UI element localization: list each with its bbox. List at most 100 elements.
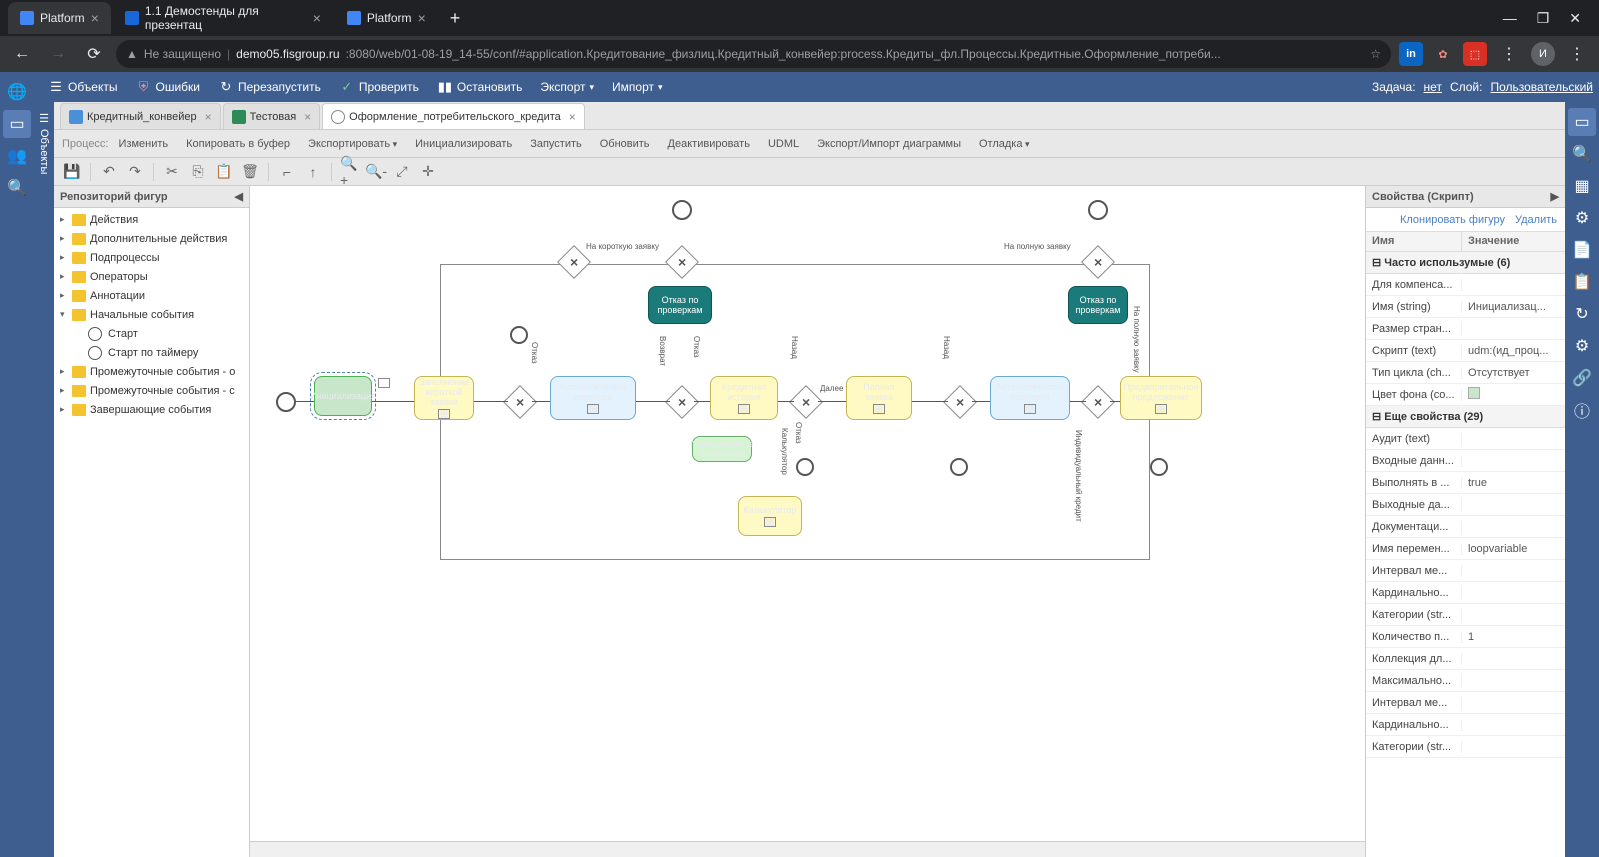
property-row[interactable]: Интервал ме... <box>1366 692 1565 714</box>
property-row[interactable]: Размер стран... <box>1366 318 1565 340</box>
property-row[interactable]: Аудит (text) <box>1366 428 1565 450</box>
zoom-out-icon[interactable]: 🔍- <box>366 162 386 182</box>
tab-close-icon[interactable]: × <box>418 10 426 26</box>
ext-icon[interactable]: ⬚ <box>1463 42 1487 66</box>
property-row[interactable]: Скрипт (text)udm:(ид_проц... <box>1366 340 1565 362</box>
canvas-scrollbar[interactable] <box>250 841 1365 857</box>
task-calculator[interactable]: Калькулятор ⊞ <box>738 496 802 536</box>
task-reject-2[interactable]: Отказ по проверкам <box>1068 286 1128 324</box>
fit-icon[interactable]: ⤢ <box>392 162 412 182</box>
errors-button[interactable]: ⛨Ошибки <box>128 75 209 99</box>
tree-folder[interactable]: ▸Промежуточные события - о <box>54 362 249 381</box>
end-event[interactable] <box>672 200 692 220</box>
udml-button[interactable]: UDML <box>760 134 807 154</box>
editor-tab-conveyor[interactable]: Кредитный_конвейер × <box>60 103 221 129</box>
task-short-app[interactable]: Заполнение короткой заявки ⊞ <box>414 376 474 420</box>
new-tab-button[interactable]: + <box>440 8 471 29</box>
intermediate-event[interactable] <box>796 458 814 476</box>
property-row[interactable]: Имя (string)Инициализац... <box>1366 296 1565 318</box>
history-icon[interactable]: ↻ <box>1568 300 1596 328</box>
profile-avatar[interactable]: И <box>1531 42 1555 66</box>
tab-close-icon[interactable]: × <box>313 10 321 26</box>
menu-button[interactable]: ⋮ <box>1495 40 1523 68</box>
minimize-button[interactable]: — <box>1503 10 1517 27</box>
delete-shape-button[interactable]: Удалить <box>1515 214 1557 226</box>
stop-button[interactable]: ▮▮Остановить <box>429 75 531 99</box>
task-auto-checks[interactable]: Автоматические проверки ⊞ <box>550 376 636 420</box>
tree-folder[interactable]: ▸Дополнительные действия <box>54 229 249 248</box>
initialize-button[interactable]: Инициализировать <box>407 134 520 154</box>
property-row[interactable]: Коллекция дл... <box>1366 648 1565 670</box>
linkedin-ext-icon[interactable]: in <box>1399 42 1423 66</box>
filter-icon[interactable]: ⚙ <box>1568 204 1596 232</box>
tree-folder[interactable]: ▸Промежуточные события - с <box>54 381 249 400</box>
tab-close-icon[interactable]: × <box>91 10 99 26</box>
tree-folder[interactable]: ▸Действия <box>54 210 249 229</box>
address-bar[interactable]: ▲ Не защищено | demo05.fisgroup.ru :8080… <box>116 40 1391 68</box>
run-button[interactable]: Запустить <box>522 134 590 154</box>
browser-tab-2[interactable]: 1.1 Демостенды для презентац × <box>113 2 333 34</box>
export-button[interactable]: Экспорт ▾ <box>532 76 602 98</box>
intermediate-event[interactable] <box>1150 458 1168 476</box>
property-row[interactable]: Выполнять в ...true <box>1366 472 1565 494</box>
property-row[interactable]: Категории (str... <box>1366 736 1565 758</box>
task-full-app[interactable]: Полная заявка ⊞ <box>846 376 912 420</box>
tree-folder[interactable]: ▸Операторы <box>54 267 249 286</box>
objects-sidebar-handle[interactable]: ☰ Объекты <box>34 102 54 857</box>
check-button[interactable]: ✓Проверить <box>331 75 427 99</box>
layer-value[interactable]: Пользовательский <box>1490 80 1593 94</box>
intermediate-event[interactable] <box>510 326 528 344</box>
back-button[interactable]: ← <box>8 40 36 68</box>
delete-icon[interactable]: 🗑 <box>240 162 260 182</box>
maximize-button[interactable]: ❐ <box>1537 10 1550 27</box>
property-row[interactable]: Документаци... <box>1366 516 1565 538</box>
redo-icon[interactable]: ↷ <box>125 162 145 182</box>
import-button[interactable]: Импорт ▾ <box>604 76 670 98</box>
settings-icon[interactable]: ⚙ <box>1568 332 1596 360</box>
layers-icon[interactable]: ▦ <box>1568 172 1596 200</box>
center-icon[interactable]: ✛ <box>418 162 438 182</box>
close-button[interactable]: ✕ <box>1569 10 1581 27</box>
tree-folder[interactable]: ▸Подпроцессы <box>54 248 249 267</box>
deactivate-button[interactable]: Деактивировать <box>660 134 758 154</box>
browser-tab-3[interactable]: Platform × <box>335 2 438 34</box>
property-row[interactable]: Имя перемен...loopvariable <box>1366 538 1565 560</box>
close-icon[interactable]: × <box>304 110 311 124</box>
task-auto-checks-2[interactable]: Автоматические проверки ⊞ <box>990 376 1070 420</box>
copy-icon[interactable]: ⎘ <box>188 162 208 182</box>
property-row[interactable]: Интервал ме... <box>1366 560 1565 582</box>
editor-tab-process[interactable]: Оформление_потребительского_кредита × <box>322 103 585 129</box>
property-row[interactable]: Цвет фона (co... <box>1366 384 1565 406</box>
task-reassign[interactable]: Переприсвоение Ид процесса <box>692 436 752 462</box>
window-icon[interactable]: ▭ <box>3 110 31 138</box>
props-group-more[interactable]: ⊟ Еще свойства (29) <box>1366 406 1565 428</box>
bookmark-icon[interactable]: ☆ <box>1370 47 1381 61</box>
zoom-in-icon[interactable]: 🔍+ <box>340 162 360 182</box>
tree-folder[interactable]: ▸Аннотации <box>54 286 249 305</box>
property-row[interactable]: Категории (str... <box>1366 604 1565 626</box>
tree-folder[interactable]: ▸Завершающие события <box>54 400 249 419</box>
forward-button[interactable]: → <box>44 40 72 68</box>
corner-icon[interactable]: ⌐ <box>277 162 297 182</box>
property-row[interactable]: Тип цикла (ch...Отсутствует <box>1366 362 1565 384</box>
property-row[interactable]: Количество п...1 <box>1366 626 1565 648</box>
ext-icon[interactable]: ✿ <box>1431 42 1455 66</box>
refresh-button[interactable]: Обновить <box>592 134 658 154</box>
task-init[interactable]: Инициализация <box>314 376 372 416</box>
property-row[interactable]: Входные данн... <box>1366 450 1565 472</box>
document-icon[interactable]: 📄 <box>1568 236 1596 264</box>
edit-button[interactable]: Изменить <box>111 134 177 154</box>
paste-icon[interactable]: 📋 <box>214 162 234 182</box>
reload-button[interactable]: ⟳ <box>80 40 108 68</box>
debug-menu[interactable]: Отладка <box>971 134 1038 154</box>
expand-icon[interactable]: ▶ <box>1551 190 1559 203</box>
window-icon[interactable]: ▭ <box>1568 108 1596 136</box>
tree-shape-timer[interactable]: Старт по таймеру <box>54 343 249 362</box>
intermediate-event[interactable] <box>950 458 968 476</box>
arrow-up-icon[interactable]: ↑ <box>303 162 323 182</box>
task-pre-offer[interactable]: Предварительное предложение ⊞ <box>1120 376 1202 420</box>
property-row[interactable]: Максимально... <box>1366 670 1565 692</box>
users-icon[interactable]: 👥 <box>3 142 31 170</box>
tree-folder-expanded[interactable]: ▾Начальные события <box>54 305 249 324</box>
cut-icon[interactable]: ✂ <box>162 162 182 182</box>
